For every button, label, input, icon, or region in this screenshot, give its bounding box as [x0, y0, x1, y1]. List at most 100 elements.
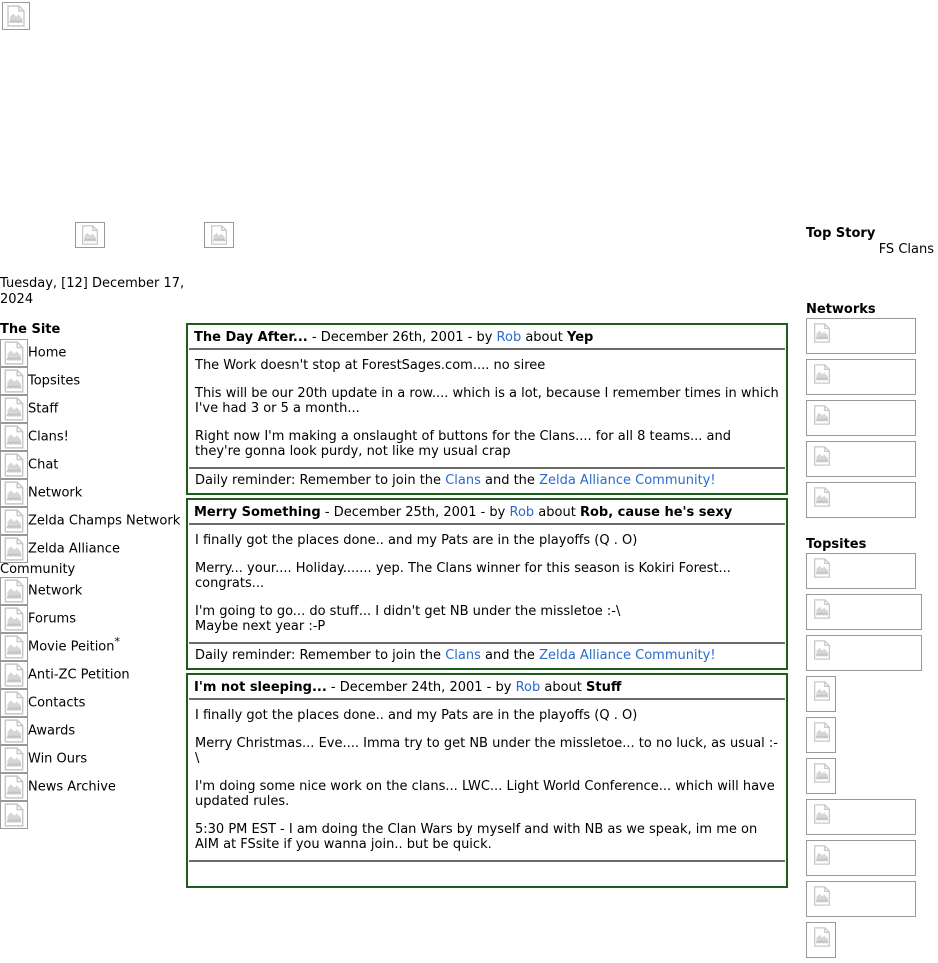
ad-banner-right-broken-image-icon[interactable]: [204, 222, 234, 248]
topsite-banner-item[interactable]: [806, 635, 922, 671]
broken-image-icon: [811, 486, 833, 508]
news-post-about-label: about: [540, 680, 587, 695]
news-post-paragraph: This will be our 20th update in a row...…: [195, 386, 783, 416]
sidebar-item-win-ours[interactable]: Win Ours: [0, 745, 186, 773]
news-post-dash-2: - by: [476, 505, 510, 520]
clans-link[interactable]: Clans: [445, 473, 481, 488]
date-stamp: Tuesday, [12] December 17, 2024: [0, 276, 185, 307]
network-banner-item[interactable]: [806, 441, 916, 477]
sidebar-item-zelda-alliance-community[interactable]: Zelda Alliance Community: [0, 535, 186, 577]
broken-image-icon: [0, 689, 28, 717]
broken-image-icon: [811, 762, 833, 784]
left-sidebar: Tuesday, [12] December 17, 2024 The Site…: [0, 276, 186, 829]
broken-image-icon: [0, 367, 28, 395]
network-banner-item[interactable]: [806, 482, 916, 518]
topsite-banner-item[interactable]: [806, 840, 916, 876]
sidebar-item-contacts[interactable]: Contacts: [0, 689, 186, 717]
network-banner-item[interactable]: [806, 318, 916, 354]
right-sidebar: Top Story FS Clans Networks Topsites: [806, 226, 938, 963]
daily-reminder-prefix: Daily reminder: Remember to join the: [195, 473, 446, 488]
daily-reminder-middle: and the: [480, 473, 540, 488]
broken-image-icon: [811, 445, 833, 467]
news-post-author-link[interactable]: Rob: [516, 680, 541, 695]
right-sidebar-spacer-2: [806, 523, 938, 537]
sidebar-item-forums[interactable]: Forums: [0, 605, 186, 633]
news-post: Merry Something - December 25th, 2001 - …: [186, 498, 788, 670]
news-post-list: The Day After... - December 26th, 2001 -…: [186, 323, 788, 891]
site-logo-banner-broken-image-icon[interactable]: [2, 2, 30, 30]
sidebar-item-awards[interactable]: Awards: [0, 717, 186, 745]
topsite-banner-item[interactable]: [806, 881, 916, 917]
broken-image-icon: [0, 577, 28, 605]
news-post-date: December 24th, 2001: [339, 680, 483, 695]
broken-image-icon: [0, 451, 28, 479]
broken-image-icon: [811, 557, 833, 579]
news-post-title: I'm not sleeping...: [194, 680, 327, 695]
news-post-paragraph: The Work doesn't stop at ForestSages.com…: [195, 358, 546, 373]
sidebar-item-label: Staff: [28, 401, 59, 417]
broken-image-icon: [0, 605, 28, 633]
topsite-banner-item[interactable]: [806, 717, 836, 753]
sidebar-item-movie-peition[interactable]: Movie Peition*: [0, 633, 186, 661]
news-post-author-link[interactable]: Rob: [497, 330, 522, 345]
sidebar-item-blank[interactable]: [0, 801, 186, 829]
sidebar-item-star-marker: *: [114, 635, 121, 649]
news-post-footer: Daily reminder: Remember to join the Cla…: [189, 644, 785, 667]
news-post-topic: Stuff: [586, 680, 622, 695]
sidebar-item-label: Movie Peition: [28, 639, 115, 655]
broken-image-icon: [811, 885, 833, 907]
sidebar-item-news-archive[interactable]: News Archive: [0, 773, 186, 801]
sidebar-item-zelda-champs-network[interactable]: Zelda Champs Network: [0, 507, 186, 535]
topsite-banner-item[interactable]: [806, 922, 836, 958]
topsite-banner-item[interactable]: [806, 594, 922, 630]
top-story-value[interactable]: FS Clans: [806, 242, 938, 258]
news-post-paragraph: I finally got the places done.. and my P…: [195, 708, 638, 723]
news-post-topic: Yep: [566, 330, 594, 345]
sidebar-item-anti-zc-petition[interactable]: Anti-ZC Petition: [0, 661, 186, 689]
broken-image-icon: [811, 721, 833, 743]
sidebar-item-label: Awards: [28, 723, 76, 739]
zelda-alliance-community-link[interactable]: Zelda Alliance Community!: [539, 473, 716, 488]
topsite-banner-item[interactable]: [806, 553, 916, 589]
ad-banner-left-broken-image-icon[interactable]: [75, 222, 105, 248]
topsite-banner-item[interactable]: [806, 799, 916, 835]
news-post-title: Merry Something: [194, 505, 321, 520]
news-post-paragraph: I'm doing some nice work on the clans...…: [195, 779, 779, 809]
news-post-body: The Work doesn't stop at ForestSages.com…: [189, 350, 785, 469]
news-post-title: The Day After...: [194, 330, 308, 345]
sidebar-item-label: Forums: [28, 611, 76, 627]
news-post-paragraph: Merry... your.... Holiday....... yep. Th…: [195, 561, 736, 591]
topsite-banner-item[interactable]: [806, 758, 836, 794]
broken-image-icon: [0, 395, 28, 423]
sidebar-item-home[interactable]: Home: [0, 339, 186, 367]
news-post-paragraph: I finally got the places done.. and my P…: [195, 533, 638, 548]
sidebar-item-topsites[interactable]: Topsites: [0, 367, 186, 395]
news-post-date: December 26th, 2001: [320, 330, 464, 345]
sidebar-item-network[interactable]: Network: [0, 577, 186, 605]
top-story-heading: Top Story: [806, 226, 876, 241]
news-post-paragraph: Merry Christmas... Eve.... Imma try to g…: [195, 736, 778, 766]
sidebar-item-network[interactable]: Network: [0, 479, 186, 507]
news-post: I'm not sleeping... - December 24th, 200…: [186, 673, 788, 888]
news-post-date: December 25th, 2001: [333, 505, 477, 520]
network-banner-item[interactable]: [806, 359, 916, 395]
sidebar-item-staff[interactable]: Staff: [0, 395, 186, 423]
sidebar-item-label: Network: [28, 583, 83, 599]
news-post-author-link[interactable]: Rob: [510, 505, 535, 520]
broken-image-icon: [0, 801, 28, 829]
broken-image-icon: [811, 363, 833, 385]
top-banner-zone: [0, 0, 938, 270]
news-post-body: I finally got the places done.. and my P…: [189, 700, 785, 862]
sidebar-item-label: Topsites: [28, 373, 81, 389]
broken-image-icon: [0, 479, 28, 507]
sidebar-item-label: Clans!: [28, 429, 69, 445]
sidebar-item-chat[interactable]: Chat: [0, 451, 186, 479]
clans-link[interactable]: Clans: [445, 648, 481, 663]
zelda-alliance-community-link[interactable]: Zelda Alliance Community!: [539, 648, 716, 663]
broken-image-icon: [0, 661, 28, 689]
news-post-about-label: about: [521, 330, 567, 345]
broken-image-icon: [811, 680, 833, 702]
network-banner-item[interactable]: [806, 400, 916, 436]
topsite-banner-item[interactable]: [806, 676, 836, 712]
sidebar-item-clans[interactable]: Clans!: [0, 423, 186, 451]
